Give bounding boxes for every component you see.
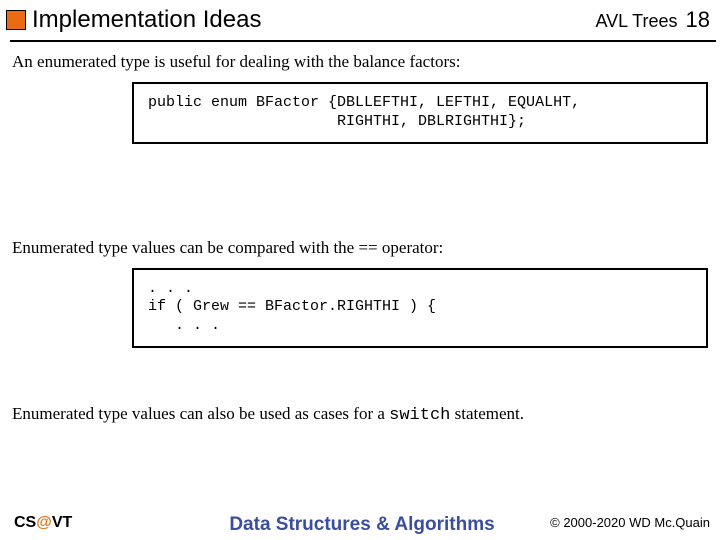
slide: Implementation Ideas AVL Trees 18 An enu… — [0, 0, 720, 540]
paragraph-2: Enumerated type values can be compared w… — [12, 238, 708, 258]
header-rule — [10, 40, 716, 42]
header-right: AVL Trees 18 — [595, 7, 710, 33]
page-number: 18 — [686, 7, 710, 33]
bullet-square-icon — [6, 10, 26, 30]
footer-left: CS@VT — [14, 514, 72, 532]
header-topic: AVL Trees — [595, 11, 677, 32]
paragraph-3: Enumerated type values can also be used … — [12, 404, 708, 425]
content-area: An enumerated type is useful for dealing… — [12, 46, 708, 435]
switch-keyword: switch — [389, 406, 450, 425]
spacer — [12, 172, 708, 232]
spacer — [12, 368, 708, 398]
paragraph-3-text-a: Enumerated type values can also be used … — [12, 404, 389, 423]
header-bar: Implementation Ideas AVL Trees 18 — [6, 6, 710, 34]
code-block-2: . . . if ( Grew == BFactor.RIGHTHI ) { .… — [132, 268, 708, 348]
code-block-1: public enum BFactor {DBLLEFTHI, LEFTHI, … — [132, 82, 708, 144]
footer-bar: Data Structures & Algorithms CS@VT © 200… — [14, 514, 710, 532]
at-icon: @ — [36, 514, 52, 531]
copyright: © 2000-2020 WD Mc.Quain — [550, 515, 710, 530]
paragraph-1: An enumerated type is useful for dealing… — [12, 52, 708, 72]
footer-vt: VT — [52, 514, 72, 531]
slide-title: Implementation Ideas — [32, 6, 261, 34]
paragraph-3-text-b: statement. — [450, 404, 524, 423]
footer-cs: CS — [14, 514, 36, 531]
